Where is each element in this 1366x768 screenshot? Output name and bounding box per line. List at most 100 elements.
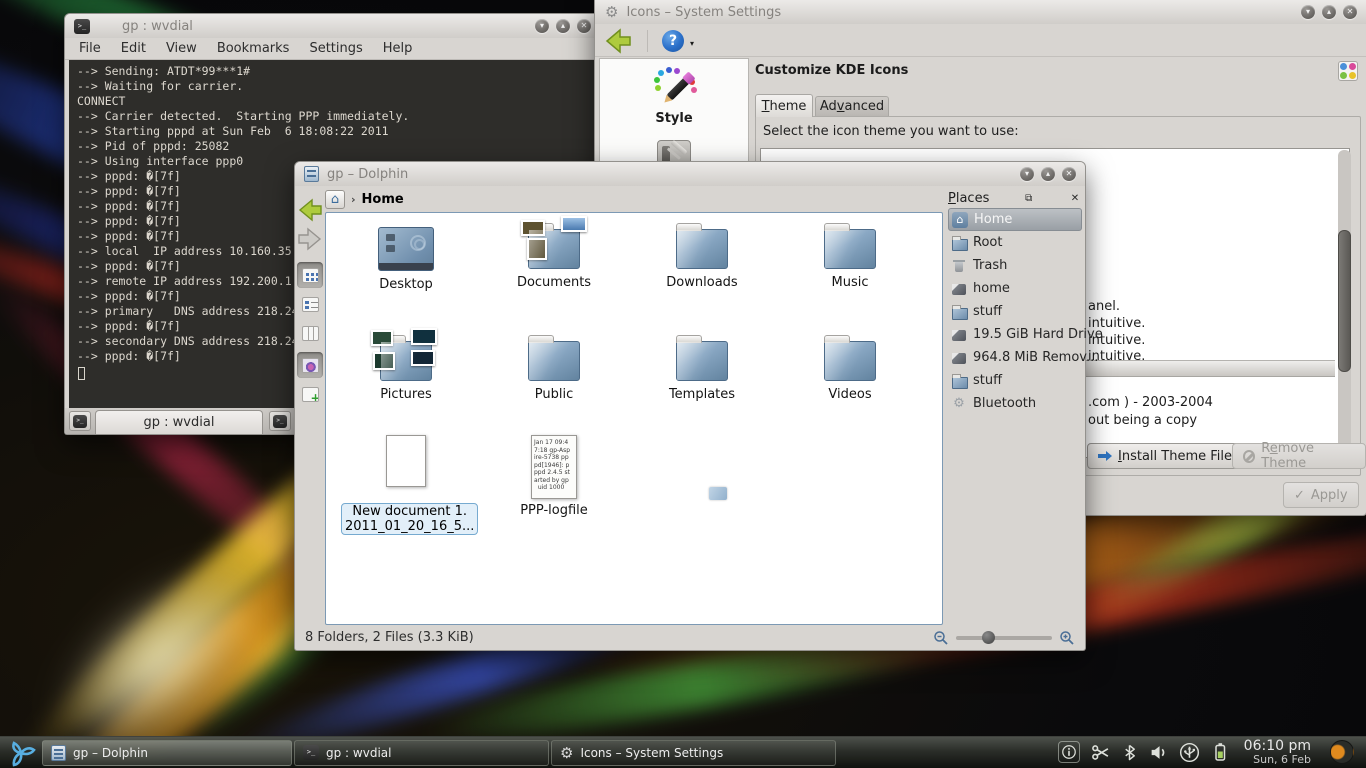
minimize-button[interactable]: ▾ — [535, 19, 549, 33]
folder-icon — [676, 341, 728, 381]
apply-button[interactable]: ✓ Apply — [1283, 482, 1359, 508]
scrollbar-handle[interactable] — [1338, 230, 1351, 372]
maximize-button[interactable]: ▴ — [1322, 5, 1336, 19]
panel-toolbox-icon[interactable] — [1330, 740, 1354, 764]
folder-item[interactable]: Pictures — [341, 333, 471, 402]
place-item-bluetooth[interactable]: ⚙ Bluetooth — [948, 392, 1082, 415]
folder-item[interactable]: Templates — [637, 333, 767, 402]
columns-view-icon — [302, 326, 319, 341]
sidebar-item-style[interactable]: Style — [651, 67, 697, 126]
zoom-slider[interactable] — [956, 636, 1052, 640]
tab-list-button[interactable]: >_ — [269, 411, 291, 431]
dolphin-statusbar: 8 Folders, 2 Files (3.3 KiB) — [295, 625, 1085, 650]
clipboard-scissors-icon[interactable] — [1091, 743, 1110, 762]
breadcrumb: ⌂ › Home — [325, 188, 404, 210]
place-item-home[interactable]: ⌂ Home — [948, 208, 1082, 231]
system-settings-titlebar[interactable]: ⚙ Icons – System Settings ▾ ▴ ✕ — [595, 0, 1366, 24]
folder-icon — [951, 373, 967, 389]
details-view-button[interactable] — [297, 291, 323, 317]
place-item-hard-drive[interactable]: 19.5 GiB Hard Drive — [948, 323, 1082, 346]
preview-button[interactable] — [297, 352, 323, 378]
maximize-button[interactable]: ▴ — [1041, 167, 1055, 181]
icons-view-button[interactable] — [297, 262, 323, 288]
folder-item[interactable]: Music — [785, 221, 915, 290]
split-view-icon: + — [302, 387, 319, 402]
folder-item[interactable]: Desktop — [341, 221, 471, 292]
folder-item[interactable]: Downloads — [637, 221, 767, 290]
close-button[interactable]: ✕ — [1343, 5, 1357, 19]
menu-help[interactable]: Help — [383, 41, 413, 56]
place-item-stuff[interactable]: stuff — [948, 300, 1082, 323]
dolphin-toolbar: + — [295, 194, 325, 410]
back-arrow-icon — [297, 198, 323, 222]
folder-label: Templates — [637, 387, 767, 402]
install-theme-button[interactable]: Install Theme File... — [1087, 443, 1255, 469]
desktop-folder-icon — [378, 227, 434, 271]
battery-icon[interactable] — [1211, 742, 1229, 762]
taskbar-task-system-settings[interactable]: ⚙ Icons – System Settings — [551, 740, 836, 766]
volume-icon[interactable] — [1149, 743, 1168, 762]
folder-item[interactable]: Public — [489, 333, 619, 402]
zoom-in-icon[interactable] — [1059, 630, 1075, 646]
taskbar-task-dolphin[interactable]: gp – Dolphin — [42, 740, 292, 766]
usb-device-icon[interactable] — [1179, 742, 1200, 763]
new-tab-button[interactable]: >_ — [69, 411, 91, 431]
maximize-button[interactable]: ▴ — [556, 19, 570, 33]
forward-button[interactable] — [297, 226, 323, 252]
logfile-preview-icon: Jan 17 09:4 7:18 gp-Asp ire-5738 pp pd[1… — [531, 435, 577, 499]
zoom-slider-knob[interactable] — [982, 631, 995, 644]
terminal-tab[interactable]: gp : wvdial — [95, 410, 263, 434]
file-label-selected: New document 1.2011_01_20_16_5... — [341, 503, 478, 535]
preview-icon — [302, 358, 319, 373]
close-panel-icon[interactable]: ✕ — [1068, 193, 1082, 204]
file-view[interactable]: Desktop Documents Downloads Music — [325, 212, 943, 625]
menu-file[interactable]: File — [79, 41, 101, 56]
documents-folder-icon — [528, 229, 580, 269]
place-item-removable[interactable]: 964.8 MiB Remov... — [948, 346, 1082, 369]
launcher-menu-icon[interactable] — [6, 739, 36, 767]
close-button[interactable]: ✕ — [577, 19, 591, 33]
bluetooth-icon[interactable] — [1121, 743, 1138, 762]
dolphin-window: gp – Dolphin ▾ ▴ ✕ ⌂ › Home — [295, 162, 1085, 650]
file-item[interactable]: Jan 17 09:4 7:18 gp-Asp ire-5738 pp pd[1… — [489, 435, 619, 518]
minimize-button[interactable]: ▾ — [1301, 5, 1315, 19]
back-arrow-icon[interactable] — [603, 28, 633, 54]
split-view-button[interactable]: + — [297, 381, 323, 407]
home-icon[interactable]: ⌂ — [325, 190, 345, 209]
clock[interactable]: 06:10 pm Sun, 6 Feb — [1240, 739, 1311, 765]
remove-theme-button[interactable]: Remove Theme — [1232, 443, 1366, 469]
menu-bookmarks[interactable]: Bookmarks — [217, 41, 290, 56]
back-button[interactable] — [297, 197, 323, 223]
folder-item[interactable]: Videos — [785, 333, 915, 402]
menu-view[interactable]: View — [166, 41, 197, 56]
menu-settings[interactable]: Settings — [309, 41, 362, 56]
menu-edit[interactable]: Edit — [121, 41, 146, 56]
folder-item[interactable]: Documents — [489, 221, 619, 290]
terminal-icon: >_ — [74, 19, 90, 34]
place-item-root[interactable]: Root — [948, 231, 1082, 254]
tab-advanced[interactable]: Advanced — [815, 96, 889, 117]
taskbar-task-terminal[interactable]: >_ gp : wvdial — [294, 740, 549, 766]
notifications-tray-icon[interactable] — [1058, 741, 1080, 763]
zoom-out-icon[interactable] — [933, 630, 949, 646]
dolphin-titlebar[interactable]: gp – Dolphin ▾ ▴ ✕ — [295, 162, 1085, 186]
bluetooth-icon: ⚙ — [951, 396, 967, 412]
breadcrumb-home[interactable]: Home — [362, 192, 404, 207]
folder-label: Documents — [489, 275, 619, 290]
tab-theme[interactable]: Theme — [755, 94, 813, 117]
place-item-trash[interactable]: Trash — [948, 254, 1082, 277]
file-item-selected[interactable]: New document 1.2011_01_20_16_5... — [341, 435, 471, 535]
minimize-button[interactable]: ▾ — [1020, 167, 1034, 181]
folder-label: Videos — [785, 387, 915, 402]
theme-description-text: out being a copy — [1088, 413, 1197, 428]
columns-view-button[interactable] — [297, 320, 323, 346]
terminal-titlebar[interactable]: >_ gp : wvdial ▾ ▴ ✕ — [65, 14, 600, 38]
place-item-home-drive[interactable]: home — [948, 277, 1082, 300]
drive-icon — [951, 350, 967, 366]
remove-icon — [1243, 450, 1255, 463]
dolphin-icon — [51, 745, 66, 761]
place-item-stuff-2[interactable]: stuff — [948, 369, 1082, 392]
close-button[interactable]: ✕ — [1062, 167, 1076, 181]
help-icon[interactable]: ?▾ — [662, 30, 684, 52]
detach-panel-icon[interactable]: ⧉ — [1022, 193, 1036, 204]
